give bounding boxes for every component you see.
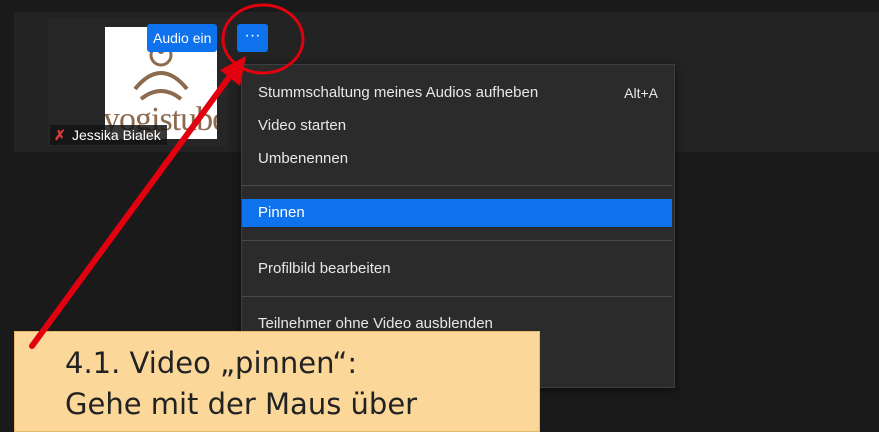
menu-divider — [242, 185, 672, 186]
menu-item-label: Umbenennen — [258, 150, 349, 167]
menu-item-label: Video starten — [258, 117, 347, 134]
menu-divider — [242, 296, 672, 297]
menu-divider — [242, 240, 672, 241]
instruction-callout: 4.1. Video „pinnen“: Gehe mit der Maus ü… — [14, 331, 540, 432]
menu-item-unmute-audio[interactable]: Stummschaltung meines Audios aufheben Al… — [242, 79, 672, 107]
participant-name-tag: ✗ Jessika Bialek — [50, 125, 167, 145]
mic-muted-icon: ✗ — [54, 127, 66, 143]
menu-item-shortcut: Alt+A — [624, 85, 658, 101]
menu-item-pin[interactable]: Pinnen — [242, 199, 672, 227]
menu-item-rename[interactable]: Umbenennen — [242, 145, 672, 173]
menu-item-label: Stummschaltung meines Audios aufheben — [258, 84, 539, 101]
menu-item-label: Pinnen — [258, 204, 305, 221]
audio-on-button[interactable]: Audio ein — [147, 24, 218, 52]
more-options-button[interactable]: ··· — [237, 24, 268, 52]
menu-item-edit-profile-picture[interactable]: Profilbild bearbeiten — [242, 255, 672, 283]
callout-line-2: Gehe mit der Maus über — [65, 387, 418, 421]
menu-item-start-video[interactable]: Video starten — [242, 112, 672, 140]
menu-item-label: Profilbild bearbeiten — [258, 260, 391, 277]
callout-line-1: 4.1. Video „pinnen“: — [65, 346, 358, 380]
menu-item-label: Teilnehmer ohne Video ausblenden — [258, 315, 493, 332]
participant-name: Jessika Bialek — [72, 127, 161, 143]
